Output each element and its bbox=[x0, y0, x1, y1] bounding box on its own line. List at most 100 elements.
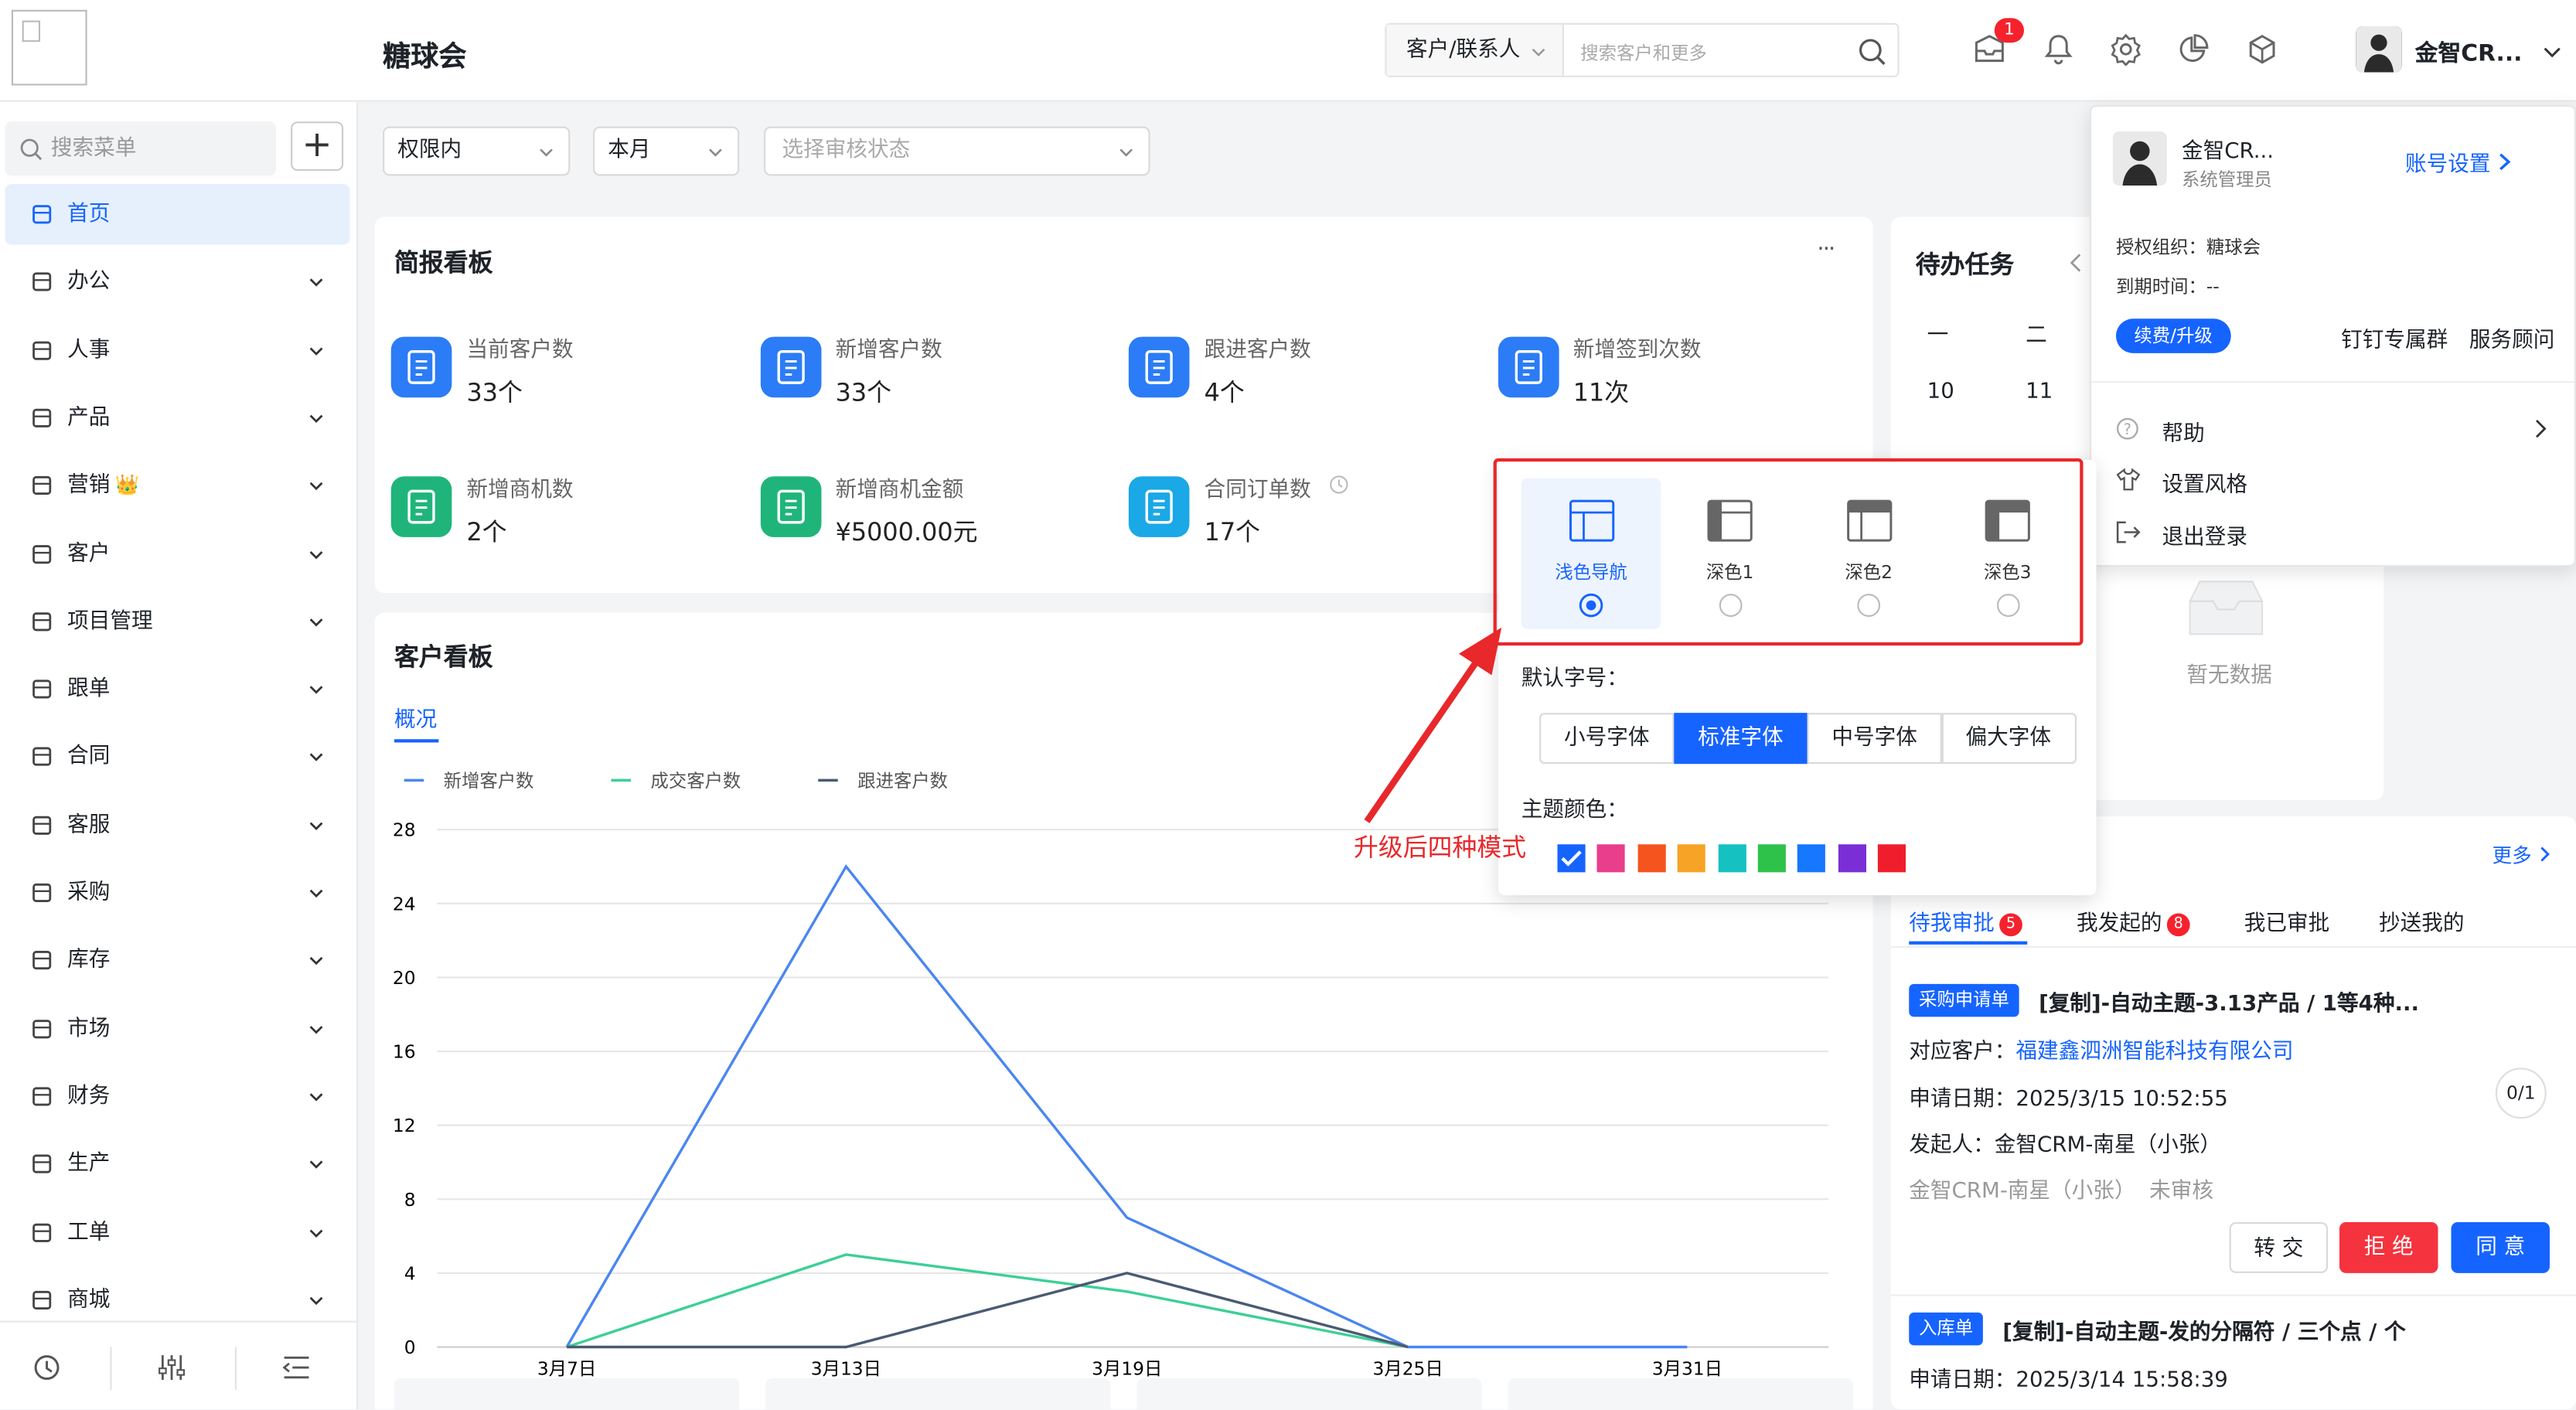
summary-tile bbox=[1508, 1378, 1853, 1410]
scope-value: 权限内 bbox=[397, 138, 462, 163]
avatar[interactable] bbox=[2356, 26, 2402, 73]
approval-tab-1[interactable]: 我发起的 8 bbox=[2077, 905, 2190, 937]
progress-circle: 0/1 bbox=[2495, 1068, 2547, 1119]
settings-sliders-icon[interactable] bbox=[158, 1354, 186, 1381]
style-settings-menu-item[interactable]: 设置风格 bbox=[2116, 465, 2560, 498]
sidebar-item-7[interactable]: 跟单 bbox=[5, 659, 349, 720]
divider bbox=[1890, 1294, 2576, 1296]
theme-color-swatch[interactable] bbox=[1678, 844, 1706, 873]
theme-color-swatch[interactable] bbox=[1838, 844, 1866, 873]
reject-button[interactable]: 拒 绝 bbox=[2339, 1222, 2438, 1273]
chevron-down-icon[interactable] bbox=[2544, 43, 2561, 60]
agree-button[interactable]: 同 意 bbox=[2451, 1222, 2550, 1273]
help-menu-item[interactable]: ? 帮助 bbox=[2116, 414, 2560, 447]
more-link[interactable]: 更多 bbox=[2493, 841, 2551, 869]
gear-icon[interactable] bbox=[2110, 33, 2143, 66]
avatar-image-icon bbox=[2112, 131, 2167, 186]
more-icon[interactable]: ··· bbox=[1817, 237, 1835, 263]
font-size-label: 默认字号： bbox=[1521, 666, 1628, 692]
logout-menu-item[interactable]: 退出登录 bbox=[2116, 517, 2560, 550]
font-size-option-2[interactable]: 中号字体 bbox=[1807, 713, 1942, 765]
add-button[interactable]: + bbox=[291, 121, 344, 171]
sidebar-item-14[interactable]: 生产 bbox=[5, 1134, 349, 1195]
nav-mode-option-0[interactable]: 浅色导航 bbox=[1521, 478, 1661, 629]
stat-value: 33个 bbox=[835, 377, 892, 407]
tab-overview[interactable]: 概况 bbox=[394, 701, 437, 733]
theme-color-swatch[interactable] bbox=[1757, 844, 1786, 873]
sidebar-item-10[interactable]: 采购 bbox=[5, 863, 349, 924]
bell-icon[interactable] bbox=[2042, 33, 2075, 66]
sidebar-item-8[interactable]: 合同 bbox=[5, 727, 349, 788]
radio-icon[interactable] bbox=[1579, 593, 1603, 618]
nav-mode-option-3[interactable]: 深色3 bbox=[1937, 478, 2077, 629]
theme-color-swatch[interactable] bbox=[1797, 844, 1826, 873]
approval-tab-0[interactable]: 待我审批 5 bbox=[1909, 905, 2022, 937]
hr-icon bbox=[32, 340, 52, 359]
radio-icon[interactable] bbox=[1718, 593, 1743, 618]
sidebar-item-label: 人事 bbox=[67, 337, 111, 363]
font-size-option-1[interactable]: 标准字体 bbox=[1673, 713, 1808, 765]
radio-icon[interactable] bbox=[1856, 593, 1881, 618]
font-size-option-3[interactable]: 偏大字体 bbox=[1941, 713, 2076, 765]
sidebar-item-6[interactable]: 项目管理 bbox=[5, 591, 349, 652]
approval-tab-2[interactable]: 我已审批 bbox=[2244, 905, 2330, 936]
sidebar-item-0[interactable]: 首页 bbox=[5, 184, 350, 245]
sidebar-item-15[interactable]: 工单 bbox=[5, 1201, 349, 1262]
chevron-left-icon[interactable] bbox=[2068, 253, 2083, 273]
menu-search-input[interactable]: 搜索菜单 bbox=[5, 121, 276, 176]
sidebar-item-2[interactable]: 人事 bbox=[5, 320, 349, 381]
global-search[interactable]: 客户/联系人 搜索客户和更多 bbox=[1385, 22, 1900, 77]
home-icon bbox=[32, 205, 52, 224]
sidebar-item-1[interactable]: 办公 bbox=[5, 252, 349, 313]
theme-color-swatch[interactable] bbox=[1878, 844, 1906, 873]
approval-tab-3[interactable]: 抄送我的 bbox=[2379, 905, 2465, 936]
customer-link[interactable]: 福建鑫泗洲智能科技有限公司 bbox=[2015, 1040, 2293, 1064]
renew-button[interactable]: 续费/升级 bbox=[2116, 318, 2231, 353]
clock-icon[interactable] bbox=[1329, 475, 1349, 495]
help-icon: ? bbox=[2116, 417, 2138, 440]
theme-color-swatch[interactable] bbox=[1597, 844, 1626, 873]
chevron-down-icon bbox=[309, 1228, 323, 1237]
cube-icon[interactable] bbox=[2246, 33, 2279, 66]
account-settings-link[interactable]: 账号设置 bbox=[2405, 146, 2512, 178]
nav-mode-option-1[interactable]: 深色1 bbox=[1660, 478, 1800, 629]
approval-item-title[interactable]: [复制]-自动主题-3.13产品 / 1等4种... bbox=[2039, 986, 2419, 1017]
sidebar-item-4[interactable]: 营销 👑 bbox=[5, 455, 349, 516]
summary-tile bbox=[394, 1378, 740, 1410]
series-line-0 bbox=[565, 863, 1688, 1349]
search-type-select[interactable]: 客户/联系人 bbox=[1386, 24, 1564, 76]
history-icon[interactable] bbox=[33, 1354, 61, 1381]
sidebar-item-5[interactable]: 客户 bbox=[5, 523, 349, 584]
sidebar-item-13[interactable]: 财务 bbox=[5, 1066, 349, 1127]
approval-item-title[interactable]: [复制]-自动主题-发的分隔符 / 三个点 / 个 bbox=[2002, 1314, 2405, 1346]
date-11[interactable]: 11 bbox=[2026, 380, 2053, 404]
theme-color-swatch[interactable] bbox=[1717, 844, 1746, 873]
theme-color-swatch[interactable] bbox=[1637, 844, 1666, 873]
collapse-icon[interactable] bbox=[282, 1355, 311, 1380]
company-logo[interactable] bbox=[11, 9, 87, 86]
pie-chart-icon[interactable] bbox=[2177, 33, 2210, 66]
radio-icon[interactable] bbox=[1995, 593, 2020, 618]
sidebar-item-3[interactable]: 产品 bbox=[5, 387, 349, 448]
service-advisor-link[interactable]: 服务顾问 bbox=[2469, 322, 2555, 353]
sidebar-item-11[interactable]: 库存 bbox=[5, 930, 349, 991]
briefing-title: 简报看板 bbox=[394, 247, 493, 278]
customer-board-title: 客户看板 bbox=[394, 642, 493, 673]
period-select[interactable]: 本月 bbox=[593, 126, 740, 176]
dingtalk-group-link[interactable]: 钉钉专属群 bbox=[2341, 322, 2448, 353]
search-icon[interactable] bbox=[1858, 38, 1886, 66]
scope-select[interactable]: 权限内 bbox=[383, 126, 571, 176]
divider bbox=[1890, 946, 2576, 949]
sidebar-item-9[interactable]: 客服 bbox=[5, 795, 349, 856]
theme-color-swatch[interactable] bbox=[1557, 844, 1586, 873]
search-input[interactable]: 搜索客户和更多 bbox=[1580, 39, 1707, 66]
nav-mode-option-2[interactable]: 深色2 bbox=[1799, 478, 1939, 629]
user-name[interactable]: 金智CR... bbox=[2415, 36, 2523, 70]
sidebar-item-12[interactable]: 市场 bbox=[5, 998, 349, 1059]
date-10[interactable]: 10 bbox=[1927, 380, 1954, 404]
transfer-button[interactable]: 转 交 bbox=[2229, 1222, 2329, 1273]
nav-mode-label: 深色1 bbox=[1705, 561, 1754, 584]
font-size-option-0[interactable]: 小号字体 bbox=[1539, 713, 1675, 765]
chevron-down-icon bbox=[309, 1160, 323, 1170]
review-status-select[interactable]: 选择审核状态 bbox=[764, 126, 1150, 176]
